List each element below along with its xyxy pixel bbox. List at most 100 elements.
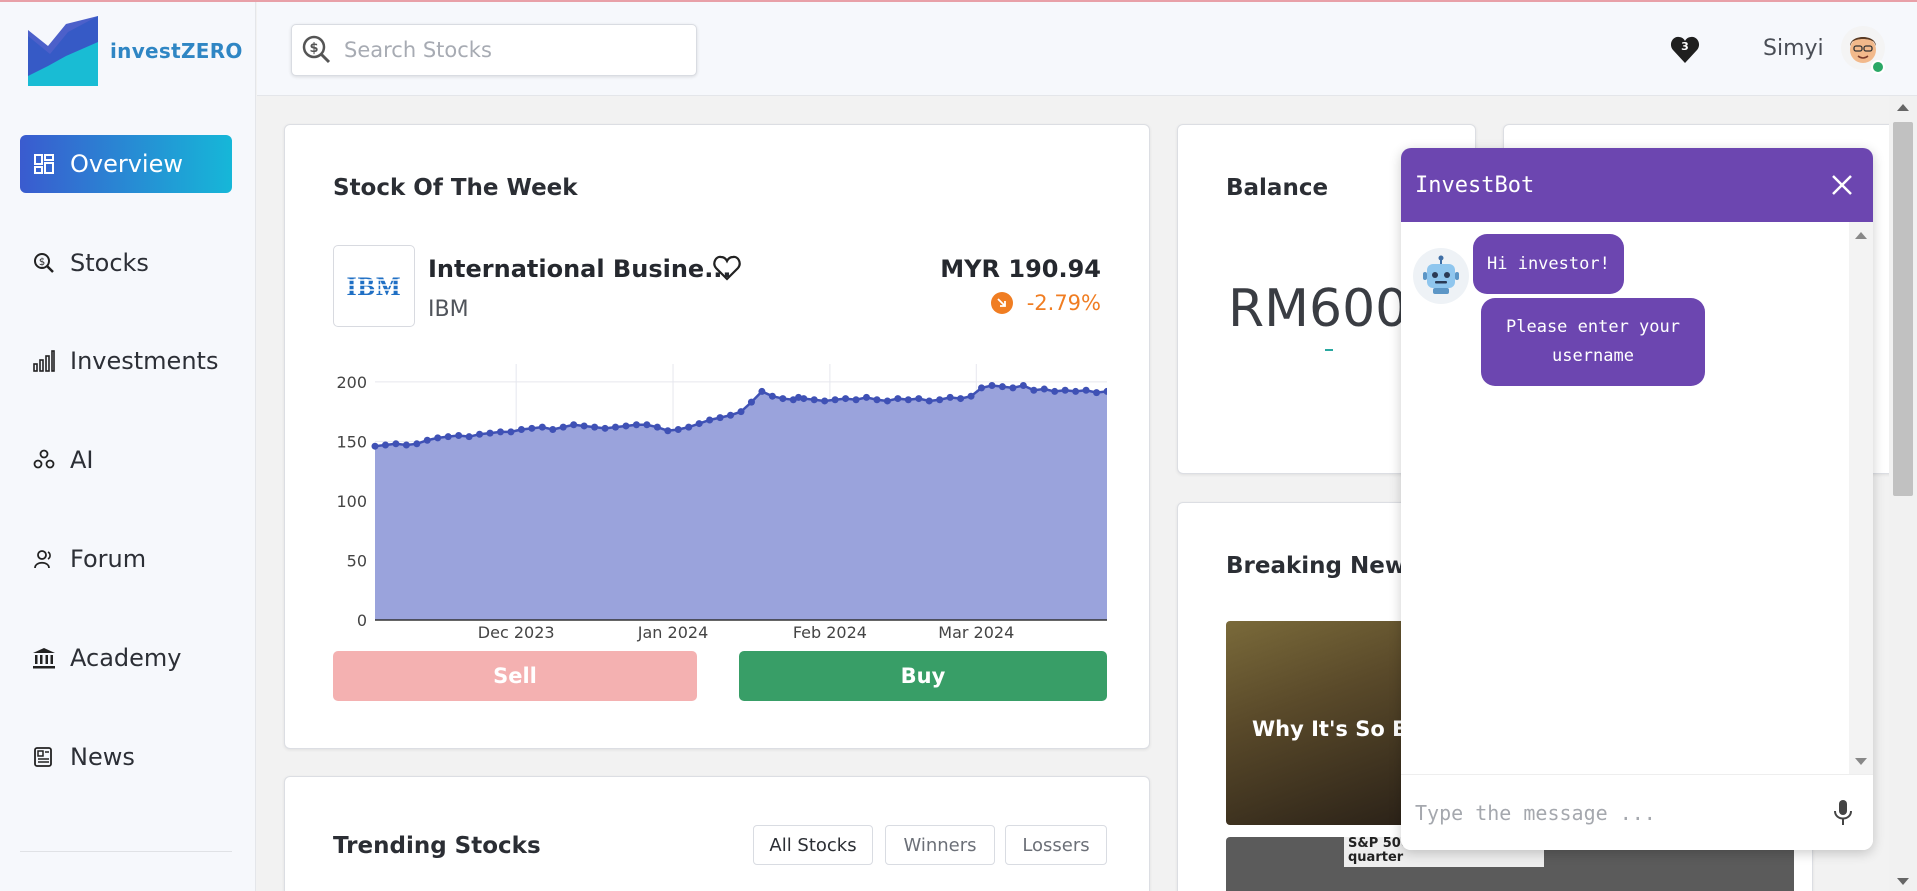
x-tick-label: Jan 2024 bbox=[637, 623, 708, 642]
news-article-card[interactable]: Why It's So Ex bbox=[1226, 621, 1406, 825]
price-point bbox=[800, 395, 808, 403]
sidebar-item-label: Stocks bbox=[70, 249, 149, 277]
sell-button[interactable]: Sell bbox=[333, 651, 697, 701]
scroll-down-arrow[interactable] bbox=[1897, 878, 1909, 885]
microphone-button[interactable] bbox=[1833, 799, 1853, 831]
price-point bbox=[915, 395, 923, 403]
ai-cluster-icon bbox=[32, 448, 56, 472]
price-point bbox=[695, 420, 703, 428]
newspaper-icon bbox=[32, 745, 56, 769]
price-point bbox=[444, 433, 452, 441]
close-icon bbox=[1832, 175, 1852, 195]
stock-logo-text: IBM bbox=[347, 272, 402, 301]
price-point bbox=[664, 427, 672, 435]
price-point bbox=[1030, 386, 1038, 394]
chat-header: InvestBot bbox=[1401, 148, 1873, 222]
sidebar-item-news[interactable]: News bbox=[20, 728, 232, 786]
price-point bbox=[1051, 387, 1059, 395]
price-point bbox=[758, 387, 766, 395]
stock-price: MYR 190.94 bbox=[940, 255, 1101, 283]
price-point bbox=[810, 396, 818, 404]
price-point bbox=[517, 426, 525, 434]
price-point bbox=[476, 430, 484, 438]
sidebar: investZERO Overview $ Stocks Investments… bbox=[0, 2, 256, 891]
search-input[interactable] bbox=[344, 38, 674, 62]
close-chat-button[interactable] bbox=[1827, 170, 1857, 200]
stock-change-value: -2.79% bbox=[1026, 291, 1101, 315]
price-point bbox=[821, 397, 829, 405]
price-point bbox=[925, 397, 933, 405]
price-point bbox=[988, 381, 996, 389]
sidebar-item-overview[interactable]: Overview bbox=[20, 135, 232, 193]
chat-title: InvestBot bbox=[1415, 172, 1535, 198]
x-tick-label: Dec 2023 bbox=[478, 623, 555, 642]
search-icon: $ bbox=[302, 35, 331, 64]
bar-chart-icon bbox=[32, 349, 56, 373]
chat-message-input[interactable] bbox=[1415, 800, 1815, 825]
price-point bbox=[904, 396, 912, 404]
sidebar-item-stocks[interactable]: $ Stocks bbox=[20, 234, 232, 292]
price-point bbox=[1061, 386, 1069, 394]
price-point bbox=[632, 421, 640, 429]
y-tick-label: 100 bbox=[336, 492, 367, 511]
price-point bbox=[1009, 384, 1017, 392]
sidebar-item-label: News bbox=[70, 743, 135, 771]
svg-text:$: $ bbox=[309, 41, 318, 56]
stock-name: International Busine... bbox=[428, 255, 732, 283]
x-tick-label: Mar 2024 bbox=[938, 623, 1014, 642]
price-point bbox=[622, 422, 630, 430]
price-point bbox=[549, 426, 557, 434]
card-title: Trending Stocks bbox=[333, 833, 541, 859]
price-point bbox=[768, 392, 776, 400]
filter-winners[interactable]: Winners bbox=[885, 825, 995, 865]
scrollbar-thumb[interactable] bbox=[1893, 122, 1913, 496]
filter-all-stocks[interactable]: All Stocks bbox=[753, 825, 873, 865]
price-point bbox=[737, 408, 745, 416]
card-title: Stock Of The Week bbox=[333, 175, 578, 201]
price-point bbox=[486, 429, 494, 437]
price-point bbox=[643, 421, 651, 429]
price-area bbox=[375, 385, 1107, 620]
bot-message: Please enter your username bbox=[1481, 298, 1705, 386]
price-point bbox=[1072, 387, 1080, 395]
username[interactable]: Simyi bbox=[1763, 36, 1824, 61]
page-scrollbar[interactable] bbox=[1889, 96, 1917, 891]
price-point bbox=[862, 393, 870, 401]
price-point bbox=[998, 383, 1006, 391]
price-point bbox=[685, 423, 693, 431]
sidebar-item-ai[interactable]: AI bbox=[20, 431, 232, 489]
top-header: $ 3 Simyi bbox=[257, 2, 1917, 96]
price-point bbox=[747, 398, 755, 406]
sidebar-item-academy[interactable]: Academy bbox=[20, 629, 232, 687]
investbot-chat-window: InvestBot Hi investor! Please enter your… bbox=[1401, 148, 1873, 850]
price-point bbox=[946, 393, 954, 401]
chat-messages: Hi investor! Please enter your username bbox=[1401, 222, 1873, 774]
scroll-up-arrow[interactable] bbox=[1897, 104, 1909, 111]
favorites-button[interactable]: 3 bbox=[1670, 36, 1700, 64]
price-point bbox=[413, 440, 421, 448]
favorite-button[interactable] bbox=[713, 255, 741, 285]
search-bar[interactable]: $ bbox=[291, 24, 697, 76]
buy-button[interactable]: Buy bbox=[739, 651, 1107, 701]
online-status-indicator bbox=[1871, 60, 1885, 74]
price-point bbox=[1040, 385, 1048, 393]
brand-logo[interactable]: investZERO bbox=[28, 16, 243, 86]
sidebar-item-forum[interactable]: Forum bbox=[20, 530, 232, 588]
sidebar-item-investments[interactable]: Investments bbox=[20, 332, 232, 390]
chat-scrollbar[interactable] bbox=[1849, 222, 1873, 774]
price-point bbox=[894, 395, 902, 403]
scroll-up-arrow[interactable] bbox=[1855, 232, 1867, 239]
price-point bbox=[538, 423, 546, 431]
scroll-down-arrow[interactable] bbox=[1855, 758, 1867, 765]
sidebar-item-label: Overview bbox=[70, 150, 183, 178]
stock-of-the-week-card: Stock Of The Week IBM International Busi… bbox=[284, 124, 1150, 749]
filter-losers[interactable]: Lossers bbox=[1005, 825, 1107, 865]
institution-icon bbox=[32, 646, 56, 670]
price-point bbox=[936, 396, 944, 404]
bot-message: Hi investor! bbox=[1473, 234, 1624, 294]
y-tick-label: 150 bbox=[336, 432, 367, 451]
price-point bbox=[455, 431, 463, 439]
brand-name: investZERO bbox=[110, 39, 243, 63]
price-point bbox=[1082, 386, 1090, 394]
price-point bbox=[465, 433, 473, 441]
